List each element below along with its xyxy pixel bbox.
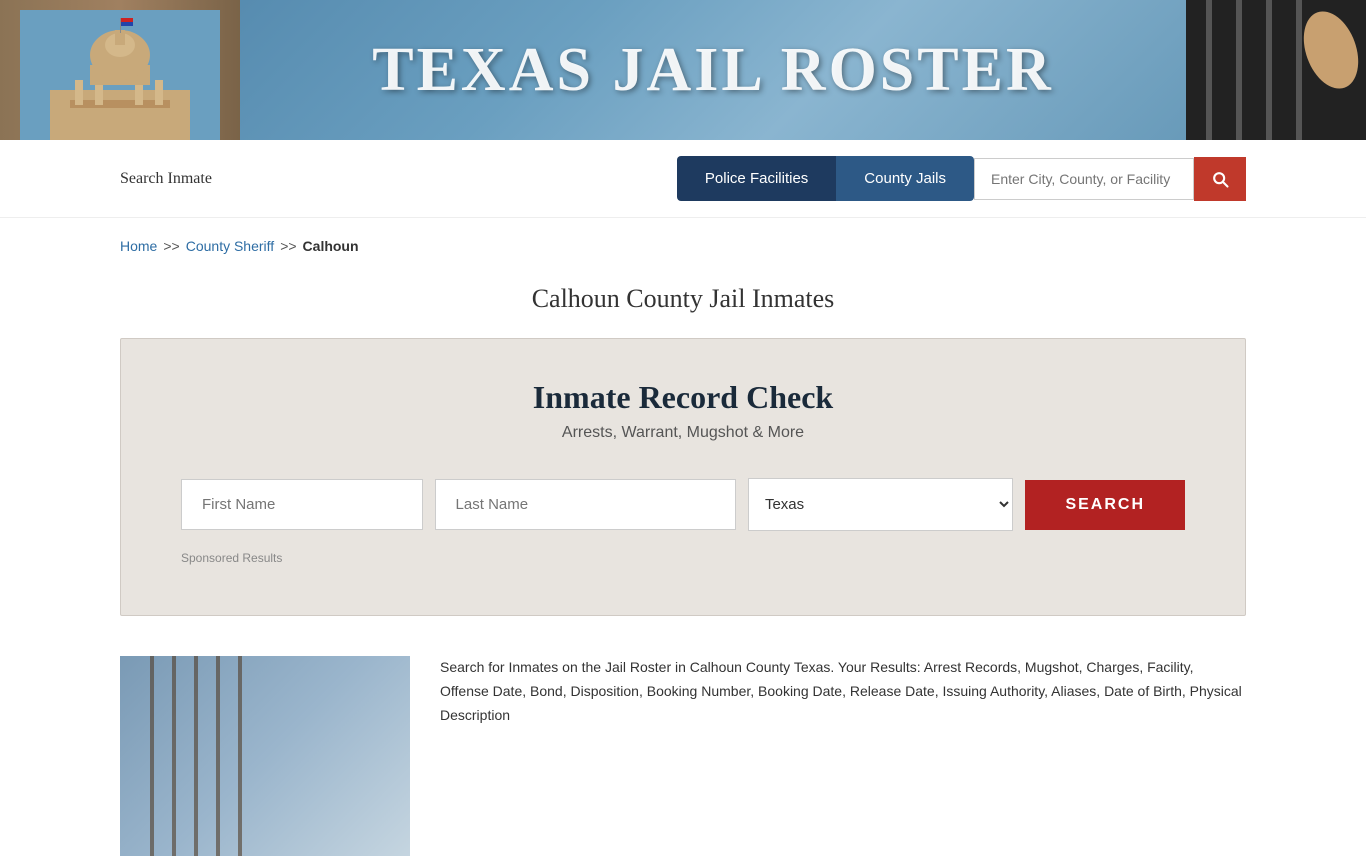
jail-bar — [216, 656, 220, 856]
facility-search-input[interactable] — [974, 158, 1194, 200]
state-select[interactable]: Texas Alabama Alaska Arizona Arkansas Ca… — [748, 478, 1013, 531]
breadcrumb-sep-1: >> — [163, 238, 179, 254]
jail-bar — [172, 656, 176, 856]
banner-left-image — [0, 0, 240, 140]
jail-bar — [238, 656, 242, 856]
capitol-dome-icon — [20, 10, 220, 140]
last-name-input[interactable] — [435, 479, 736, 530]
nav-bar: Search Inmate Police Facilities County J… — [0, 140, 1366, 218]
breadcrumb-home[interactable]: Home — [120, 238, 157, 254]
jail-bar — [150, 656, 154, 856]
county-jails-button[interactable]: County Jails — [836, 156, 974, 201]
banner-right-image — [1186, 0, 1366, 140]
header-banner: Texas Jail Roster — [0, 0, 1366, 140]
site-title: Texas Jail Roster — [260, 35, 1166, 106]
jail-bars-decoration — [120, 656, 410, 856]
breadcrumb-county-sheriff[interactable]: County Sheriff — [186, 238, 274, 254]
breadcrumb: Home >> County Sheriff >> Calhoun — [0, 218, 1366, 274]
first-name-input[interactable] — [181, 479, 423, 530]
search-card-title: Inmate Record Check — [181, 379, 1185, 416]
page-title: Calhoun County Jail Inmates — [0, 284, 1366, 314]
search-card: Inmate Record Check Arrests, Warrant, Mu… — [120, 338, 1246, 616]
bottom-image — [120, 656, 410, 856]
nav-facility-buttons: Police Facilities County Jails — [677, 156, 974, 201]
inmate-search-button[interactable]: SEARCH — [1025, 480, 1185, 530]
nav-search-inmate-label: Search Inmate — [120, 170, 677, 188]
breadcrumb-sep-2: >> — [280, 238, 296, 254]
jail-bar — [194, 656, 198, 856]
search-form-row: Texas Alabama Alaska Arizona Arkansas Ca… — [181, 478, 1185, 531]
breadcrumb-current: Calhoun — [303, 238, 359, 254]
search-icon — [1210, 169, 1230, 189]
sponsored-label: Sponsored Results — [181, 551, 1185, 565]
bottom-description: Search for Inmates on the Jail Roster in… — [410, 656, 1246, 856]
banner-title: Texas Jail Roster — [240, 35, 1186, 106]
facility-search-button[interactable] — [1194, 157, 1246, 201]
search-card-subtitle: Arrests, Warrant, Mugshot & More — [181, 424, 1185, 442]
bottom-section: Search for Inmates on the Jail Roster in… — [120, 646, 1246, 856]
police-facilities-button[interactable]: Police Facilities — [677, 156, 836, 201]
